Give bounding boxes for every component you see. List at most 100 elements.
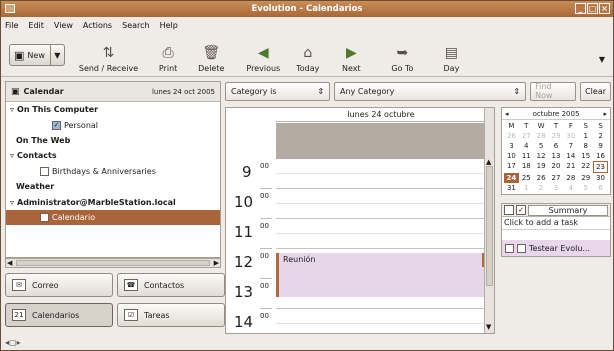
mini-calendar-day[interactable]: 4 (563, 183, 578, 193)
send-receive-button[interactable]: ⇅ Send / Receive (79, 37, 138, 74)
mini-calendar-day[interactable]: 6 (593, 183, 608, 193)
prev-month-icon[interactable]: ◂ (505, 110, 509, 118)
sidebar-horizontal-scrollbar[interactable]: ◀ ▶ (5, 258, 221, 268)
switch-contacts-button[interactable]: ☎ Contactos (117, 273, 225, 297)
scroll-left-icon[interactable]: ◀ (7, 259, 12, 267)
mini-calendar-day[interactable]: 13 (549, 151, 564, 161)
day-view-button[interactable]: ▤ Day (441, 37, 461, 74)
mini-calendar-day[interactable]: 27 (549, 173, 564, 183)
expander-down-icon[interactable]: ▿ (10, 151, 14, 160)
maximize-icon[interactable]: □ (587, 3, 598, 14)
search-field-select[interactable]: Category is ⇕ (225, 81, 331, 101)
tree-item-birthdays[interactable]: Birthdays & Anniversaries (6, 164, 220, 179)
mini-calendar-day[interactable]: 12 (534, 151, 549, 161)
mini-calendar-day[interactable]: 2 (593, 131, 608, 141)
mini-calendar-day[interactable]: 16 (593, 151, 608, 161)
mini-calendar-day[interactable]: 31 (504, 183, 519, 193)
mini-calendar-day[interactable]: 2 (534, 183, 549, 193)
menu-help[interactable]: Help (160, 21, 178, 30)
time-slot[interactable] (276, 159, 486, 174)
mini-calendar-day[interactable]: 9 (593, 141, 608, 151)
mini-calendar-day[interactable]: 5 (578, 183, 593, 193)
switch-tasks-button[interactable]: ☑ Tareas (117, 303, 225, 327)
print-button[interactable]: ⎙ Print (158, 37, 178, 74)
scroll-up-icon[interactable]: ▲ (486, 158, 491, 166)
mini-calendar-day[interactable]: 30 (563, 131, 578, 141)
time-slot[interactable] (276, 309, 486, 324)
mini-calendar-day[interactable]: 29 (549, 131, 564, 141)
expander-down-icon[interactable]: ▿ (10, 105, 14, 114)
close-icon[interactable]: × (599, 3, 610, 14)
mini-calendar-day[interactable]: 28 (563, 173, 578, 183)
mini-calendar-day[interactable]: 19 (534, 161, 549, 173)
menu-actions[interactable]: Actions (83, 21, 112, 30)
next-button[interactable]: ▶ Next (341, 37, 361, 74)
birthdays-checkbox[interactable] (40, 166, 49, 176)
mini-calendar-day[interactable]: 1 (578, 131, 593, 141)
menu-view[interactable]: View (54, 21, 73, 30)
mini-calendar-day[interactable]: 26 (504, 131, 519, 141)
time-slot[interactable] (276, 189, 486, 204)
mini-calendar-day[interactable]: 18 (519, 161, 534, 173)
all-day-area[interactable] (276, 123, 486, 159)
mini-calendar-day[interactable]: 6 (549, 141, 564, 151)
scroll-down-icon[interactable]: ▼ (486, 323, 491, 331)
mini-calendar-day[interactable]: 23 (593, 161, 608, 173)
new-button[interactable]: ▣ New ▼ (9, 44, 65, 66)
offline-status-icon[interactable]: ◂▢▸ (5, 338, 21, 347)
menu-edit[interactable]: Edit (28, 21, 44, 30)
mini-calendar-day[interactable]: 28 (534, 131, 549, 141)
tree-group-weather[interactable]: Weather (6, 179, 220, 194)
scrollbar-thumb[interactable] (16, 260, 210, 266)
mini-calendar-day[interactable]: 17 (504, 161, 519, 173)
mini-calendar-day[interactable]: 30 (593, 173, 608, 183)
menu-search[interactable]: Search (122, 21, 149, 30)
mini-calendar-day[interactable]: 3 (549, 183, 564, 193)
calendar-event[interactable]: Reunión (276, 253, 486, 297)
mini-calendar-day[interactable]: 26 (534, 173, 549, 183)
mini-calendar-day[interactable]: 14 (563, 151, 578, 161)
delete-button[interactable]: 🗑 Delete (198, 37, 224, 74)
category-select[interactable]: Any Category ⇕ (334, 81, 527, 101)
new-dropdown-icon[interactable]: ▼ (51, 51, 64, 60)
mini-calendar-day[interactable]: 20 (549, 161, 564, 173)
mini-calendar-day[interactable]: 3 (504, 141, 519, 151)
tree-group-administrator[interactable]: ▿ Administrator@MarbleStation.local (6, 194, 220, 209)
expander-down-icon[interactable]: ▿ (10, 198, 14, 207)
mini-calendar-day[interactable]: 25 (519, 173, 534, 183)
find-now-button[interactable]: Find Now (530, 81, 577, 101)
switch-mail-button[interactable]: ✉ Correo (5, 273, 113, 297)
previous-button[interactable]: ◀ Previous (246, 37, 280, 74)
mini-calendar-day[interactable]: 8 (578, 141, 593, 151)
scrollbar-thumb[interactable] (486, 166, 493, 286)
personal-checkbox[interactable]: ✓ (52, 120, 61, 130)
time-slot[interactable] (276, 219, 486, 234)
task-complete-icon[interactable]: ✓ (516, 205, 526, 215)
tree-group-contacts[interactable]: ▿ Contacts (6, 148, 220, 163)
task-type-icon[interactable] (504, 205, 514, 215)
time-slot[interactable] (276, 324, 486, 333)
tree-item-personal[interactable]: ✓ Personal (6, 117, 220, 132)
time-grid[interactable] (276, 159, 486, 333)
goto-button[interactable]: ➥ Go To (391, 37, 413, 74)
scroll-right-icon[interactable]: ▶ (214, 259, 219, 267)
clear-button[interactable]: Clear (580, 81, 612, 101)
mini-calendar-day[interactable]: 15 (578, 151, 593, 161)
tree-item-calendario[interactable]: ✓ Calendario (6, 209, 220, 226)
toolbar-overflow-icon[interactable]: ▼ (599, 55, 605, 64)
mini-calendar-day[interactable]: 24 (504, 173, 519, 183)
time-slot[interactable] (276, 234, 486, 249)
add-task-input[interactable]: Click to add a task (502, 217, 610, 230)
minimize-icon[interactable]: _ (575, 3, 586, 14)
next-month-icon[interactable]: ▸ (603, 110, 607, 118)
mini-calendar-day[interactable]: 4 (519, 141, 534, 151)
mini-calendar-day[interactable]: 7 (563, 141, 578, 151)
time-slot[interactable] (276, 204, 486, 219)
tree-group-on-this-computer[interactable]: ▿ On This Computer (6, 102, 220, 117)
time-slot[interactable] (276, 174, 486, 189)
tree-group-on-the-web[interactable]: On The Web (6, 133, 220, 148)
mini-calendar-day[interactable]: 22 (578, 161, 593, 173)
mini-calendar-day[interactable]: 11 (519, 151, 534, 161)
mini-calendar-day[interactable]: 21 (563, 161, 578, 173)
today-button[interactable]: ⌂ Today (296, 37, 319, 74)
